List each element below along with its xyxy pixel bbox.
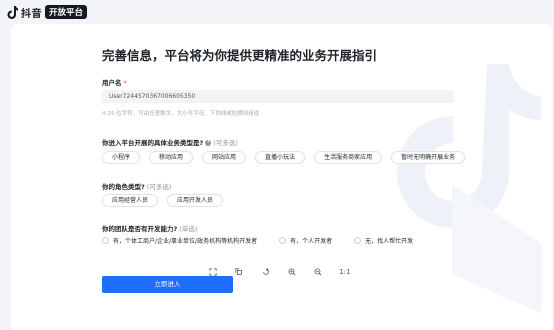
business-option-mini-program[interactable]: 小程序 [102,151,141,164]
radio-circle[interactable] [102,237,109,244]
dev-option-individual[interactable]: 有，个人开发者 [279,236,332,245]
business-option-mobile-app[interactable]: 移动应用 [149,151,194,164]
username-label: 用户名 * [102,79,127,87]
rotate-left-icon[interactable] [232,265,246,279]
dev-option-organization[interactable]: 有，个体工商户/企业/事业单位/政务机构等机构开发者 [102,236,257,245]
required-mark: * [123,79,127,87]
role-label: 你的角色类型? (可多选) [102,183,172,191]
business-type-label: 你进入平台开展的具体业务类型是?? (可多选) [102,139,238,147]
business-type-options: 小程序 移动应用 网站应用 直播小玩法 生活服务商家应用 暂时无明确开展业务 [102,151,466,164]
form-card: 完善信息，平台将为你提供更精准的业务开展指引 用户名 * User72445703… [11,24,552,330]
actual-size-button[interactable]: 1:1 [338,265,352,279]
business-option-undecided[interactable]: 暂时无明确开展业务 [391,151,466,164]
role-options: 应用经营人员 应用开发人员 [102,194,224,207]
username-input[interactable]: User7244570367006605350 [102,90,454,103]
dev-ability-label: 你的团队是否有开发能力? (单选) [102,225,198,233]
zoom-in-icon[interactable] [285,265,299,279]
brand-badge: 开放平台 [45,5,88,19]
business-option-web-app[interactable]: 网站应用 [202,151,247,164]
role-option-developer[interactable]: 应用开发人员 [167,194,224,207]
radio-circle[interactable] [354,237,362,244]
page-title: 完善信息，平台将为你提供更精准的业务开展指引 [102,48,378,63]
brand-name: 抖音 [21,8,42,20]
rotate-right-icon[interactable] [259,265,273,279]
image-viewer-toolbar: 1:1 [200,262,358,282]
fullscreen-icon[interactable] [206,265,220,279]
help-icon[interactable]: ? [205,140,212,146]
role-option-operator[interactable]: 应用经营人员 [102,194,159,207]
radio-circle[interactable] [279,237,287,244]
top-bar: 抖音 开放平台 [0,0,554,24]
username-tip: 4-25 位字符，可由任意数字、大小写字母、下划线或短横线组成 [102,111,260,117]
dev-option-none[interactable]: 无，找人帮忙开发 [354,236,413,245]
business-option-local-service[interactable]: 生活服务商家应用 [314,151,383,164]
business-option-live-game[interactable]: 直播小玩法 [255,151,306,164]
dev-ability-options: 有，个体工商户/企业/事业单位/政务机构等机构开发者 有，个人开发者 无，找人帮… [102,236,413,245]
douyin-watermark-graphic [397,64,542,314]
zoom-out-icon[interactable] [311,265,325,279]
douyin-logo-icon [7,5,18,19]
